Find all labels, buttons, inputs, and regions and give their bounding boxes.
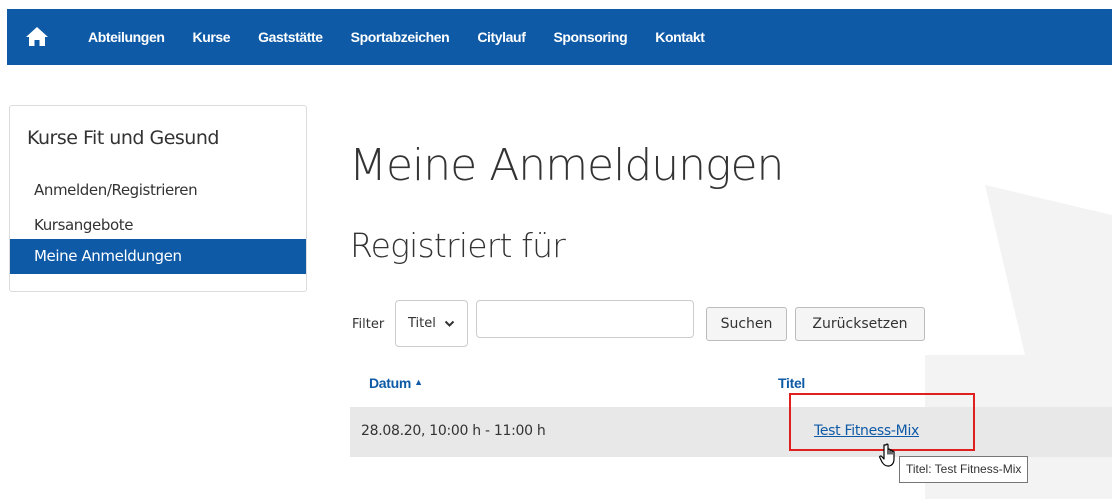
section-title: Registriert für [350, 226, 566, 265]
top-navigation: Abteilungen Kurse Gaststätte Sportabzeic… [7, 9, 1112, 65]
nav-kurse[interactable]: Kurse [192, 29, 230, 45]
nav-sportabzeichen[interactable]: Sportabzeichen [351, 29, 450, 45]
sidebar-item-kursangebote[interactable]: Kursangebote [10, 208, 306, 243]
sidebar: Kurse Fit und Gesund Anmelden/Registrier… [9, 105, 307, 292]
reset-button[interactable]: Zurücksetzen [795, 307, 925, 341]
search-button[interactable]: Suchen [706, 307, 787, 341]
sidebar-item-meine-anmeldungen[interactable]: Meine Anmeldungen [10, 239, 306, 274]
column-header-datum[interactable]: Datum ▲ [369, 375, 423, 391]
nav-kontakt[interactable]: Kontakt [655, 29, 705, 45]
column-header-datum-label: Datum [369, 375, 412, 391]
column-header-titel[interactable]: Titel [778, 375, 805, 391]
sidebar-title: Kurse Fit und Gesund [27, 127, 219, 149]
chevron-down-icon [444, 320, 455, 327]
page-title: Meine Anmeldungen [349, 140, 784, 191]
home-button[interactable] [12, 9, 62, 65]
table-row: 28.08.20, 10:00 h - 11:00 h [350, 407, 1112, 457]
search-input[interactable] [476, 300, 694, 338]
sort-ascending-icon: ▲ [414, 377, 423, 387]
filter-label: Filter [352, 317, 385, 332]
sidebar-item-anmelden[interactable]: Anmelden/Registrieren [10, 173, 306, 208]
nav-abteilungen[interactable]: Abteilungen [88, 29, 165, 45]
hand-cursor-icon [879, 443, 895, 467]
nav-sponsoring[interactable]: Sponsoring [553, 29, 627, 45]
filter-select-value: Titel [408, 316, 436, 331]
home-icon [26, 27, 48, 46]
tooltip: Titel: Test Fitness-Mix [899, 456, 1029, 483]
nav-citylauf[interactable]: Citylauf [477, 29, 526, 45]
filter-field-select[interactable]: Titel [395, 300, 468, 347]
nav-gaststaette[interactable]: Gaststätte [258, 29, 323, 45]
cell-datum: 28.08.20, 10:00 h - 11:00 h [361, 423, 546, 439]
